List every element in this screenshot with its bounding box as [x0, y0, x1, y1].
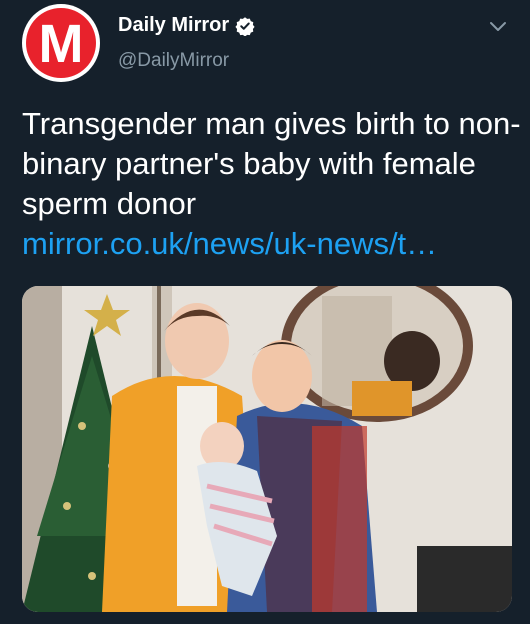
- display-name[interactable]: Daily Mirror: [118, 14, 229, 37]
- chevron-down-icon[interactable]: [488, 20, 508, 34]
- avatar-letter: M: [38, 14, 84, 74]
- account-avatar[interactable]: M: [22, 4, 100, 82]
- account-handle[interactable]: @DailyMirror: [118, 50, 229, 72]
- tweet-link[interactable]: mirror.co.uk/news/uk-news/t…: [22, 224, 437, 264]
- photo-illustration: [22, 286, 512, 612]
- display-name-row[interactable]: Daily Mirror: [118, 14, 255, 37]
- verified-badge-icon: [235, 16, 255, 36]
- daily-mirror-logo: M: [26, 8, 96, 78]
- tweet-text: Transgender man gives birth to non-binar…: [22, 106, 521, 221]
- tweet-media-photo[interactable]: [22, 286, 512, 612]
